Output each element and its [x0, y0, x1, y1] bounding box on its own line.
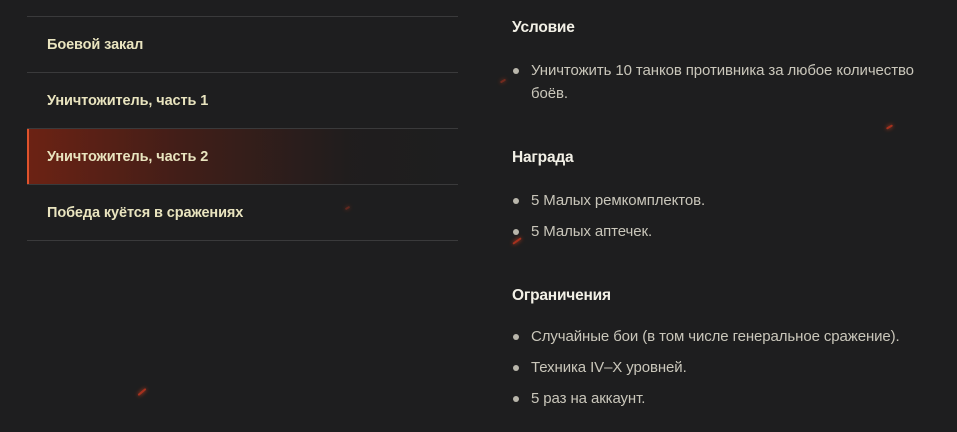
- restrictions-list: Случайные бои (в том числе генеральное с…: [512, 325, 942, 410]
- ember-particle: [499, 78, 507, 84]
- menu-item-label: Уничтожитель, часть 2: [47, 148, 209, 165]
- restriction-item: Случайные бои (в том числе генеральное с…: [512, 325, 942, 348]
- ember-particle: [137, 388, 147, 396]
- menu-item-unichtozhitel-1[interactable]: Уничтожитель, часть 1: [27, 73, 458, 129]
- reward-item: 5 Малых аптечек.: [512, 220, 942, 243]
- menu-item-label: Уничтожитель, часть 1: [47, 92, 209, 109]
- ember-particle: [885, 124, 894, 130]
- menu-item-pobeda[interactable]: Победа куётся в сражениях: [27, 185, 458, 241]
- condition-title: Условие: [512, 19, 575, 36]
- condition-item: Уничтожить 10 танков противника за любое…: [512, 59, 942, 105]
- reward-list: 5 Малых ремкомплектов. 5 Малых аптечек.: [512, 189, 942, 243]
- condition-list: Уничтожить 10 танков противника за любое…: [512, 59, 942, 105]
- menu-item-label: Победа куётся в сражениях: [47, 204, 244, 221]
- quest-menu: Боевой закал Уничтожитель, часть 1 Уничт…: [27, 16, 458, 241]
- restriction-item: 5 раз на аккаунт.: [512, 387, 942, 410]
- reward-title: Награда: [512, 149, 574, 166]
- restriction-item: Техника IV–X уровней.: [512, 356, 942, 379]
- menu-item-boevoy-zakal[interactable]: Боевой закал: [27, 17, 458, 73]
- menu-item-label: Боевой закал: [47, 36, 144, 53]
- menu-item-unichtozhitel-2[interactable]: Уничтожитель, часть 2: [27, 129, 458, 185]
- reward-item: 5 Малых ремкомплектов.: [512, 189, 942, 212]
- restrictions-title: Ограничения: [512, 287, 611, 304]
